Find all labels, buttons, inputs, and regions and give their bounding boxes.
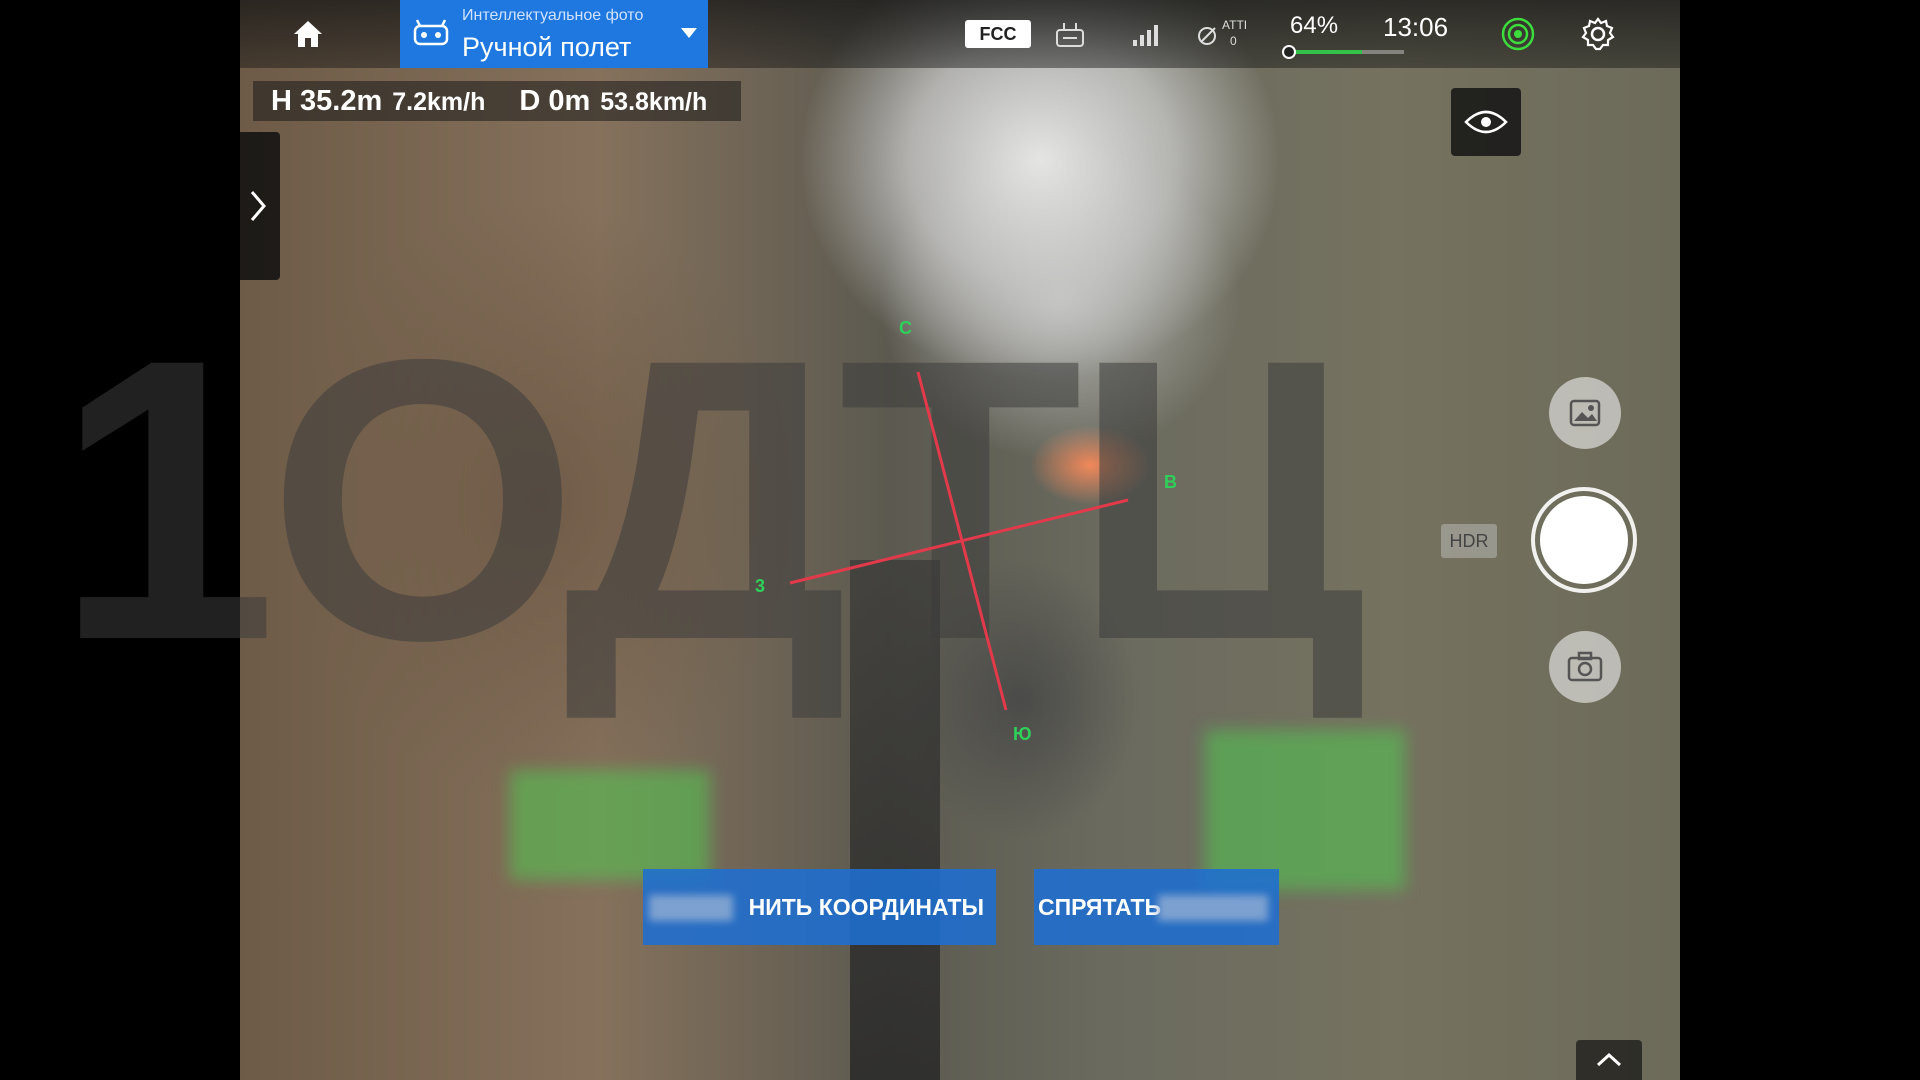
atti-label: ATTI <box>1222 18 1248 32</box>
battery-percent[interactable]: 64% <box>1290 12 1338 40</box>
compass-label-left: 3 <box>755 576 766 596</box>
compass-label-bottom: Ю <box>1013 724 1032 744</box>
gallery-icon[interactable] <box>1549 377 1621 449</box>
blurred-text <box>649 895 733 921</box>
flight-mode-selector[interactable]: Интеллектуальное фото Ручной полет <box>400 0 708 68</box>
battery-marker <box>1282 45 1296 59</box>
top-status-bar: Интеллектуальное фото Ручной полет FCC A… <box>240 0 1680 68</box>
satellite-count: 0 <box>1230 34 1237 48</box>
remote-controller-icon[interactable] <box>1053 18 1087 50</box>
shutter-inner <box>1540 496 1628 584</box>
compass-label-top: С <box>899 318 912 338</box>
chevron-right-icon <box>250 191 266 221</box>
telemetry-bar: H 35.2m 7.2km/h D 0m 53.8km/h <box>253 81 741 121</box>
shutter-button[interactable] <box>1531 487 1637 593</box>
vertical-speed-readout: 7.2km/h <box>392 88 486 116</box>
battery-level-bar <box>1282 45 1404 59</box>
signal-strength-icon[interactable] <box>1127 18 1167 50</box>
watermark: 1ОДТЦ <box>55 276 1365 723</box>
save-coordinates-label: НИТЬ КООРДИНАТЫ <box>748 893 984 920</box>
eye-icon[interactable] <box>1451 88 1521 156</box>
battery-level-fill <box>1286 50 1362 54</box>
chevron-up-icon[interactable] <box>1576 1040 1642 1080</box>
blurred-overlay <box>510 770 710 880</box>
satellite-icon <box>1198 27 1216 45</box>
hdr-toggle[interactable]: HDR <box>1441 524 1497 558</box>
fcc-badge[interactable]: FCC <box>965 20 1031 48</box>
hide-button[interactable]: СПРЯТАТЬ <box>1034 869 1279 945</box>
blurred-text <box>1158 895 1268 921</box>
height-readout: H 35.2m <box>271 85 383 117</box>
camera-switch-icon[interactable] <box>1549 631 1621 703</box>
drone-controller-icon <box>412 18 450 55</box>
compass-label-right: В <box>1164 472 1177 492</box>
hide-label: СПРЯТАТЬ <box>1038 893 1162 920</box>
gps-icon[interactable] <box>1498 14 1538 54</box>
home-icon[interactable] <box>288 14 328 54</box>
side-panel-toggle[interactable] <box>240 132 280 280</box>
save-coordinates-button[interactable]: НИТЬ КООРДИНАТЫ <box>643 869 996 945</box>
gear-icon[interactable] <box>1578 14 1618 54</box>
blurred-overlay <box>1205 730 1405 890</box>
mode-title: Ручной полет <box>462 32 632 62</box>
distance-readout: D 0m <box>519 85 591 117</box>
clock: 13:06 <box>1383 12 1449 42</box>
horizontal-speed-readout: 53.8km/h <box>600 88 708 116</box>
mode-subtitle: Интеллектуальное фото <box>462 7 644 24</box>
caret-down-icon <box>680 26 698 44</box>
atti-mode-indicator[interactable]: ATTI 0 <box>1195 16 1257 52</box>
